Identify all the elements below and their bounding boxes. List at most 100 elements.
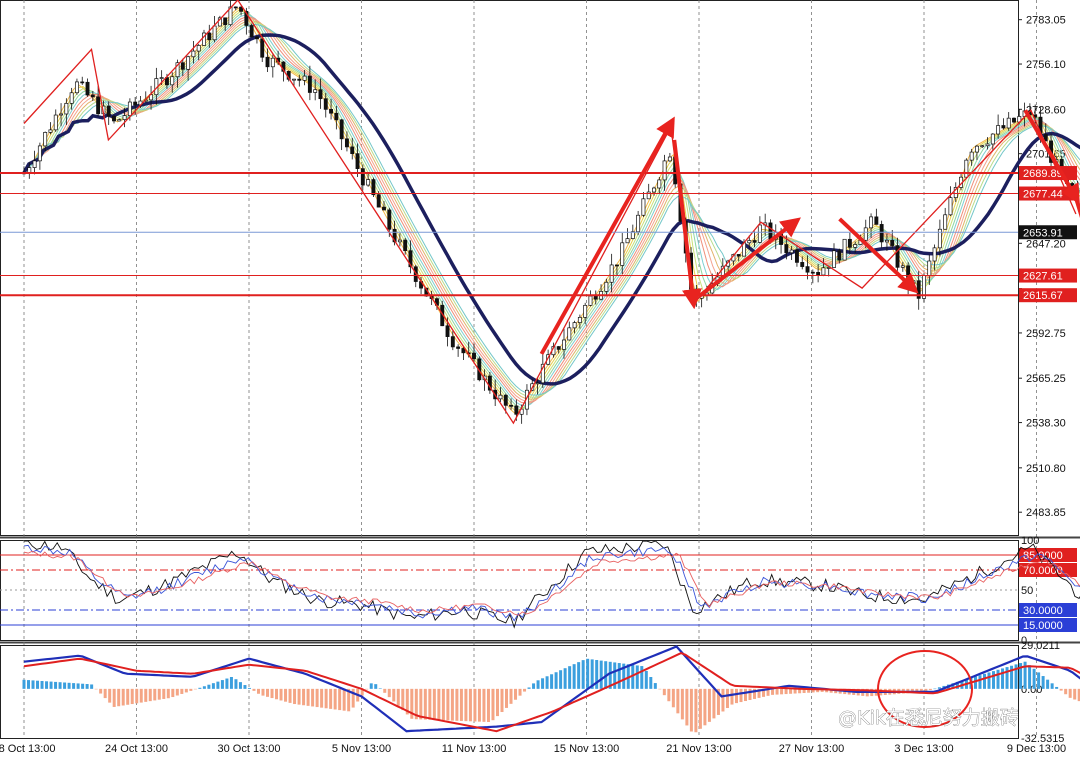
candle-body	[794, 249, 799, 263]
macd-hist-bar	[586, 658, 590, 689]
candle-body	[990, 133, 995, 145]
macd-hist-bar	[130, 688, 134, 705]
candle-body	[604, 281, 609, 292]
macd-hist-bar	[202, 686, 206, 689]
candle-body	[614, 264, 619, 267]
price-y-tick-label: 2756.10	[1026, 59, 1066, 71]
macd-hist-bar	[121, 688, 125, 706]
macd-hist-bar	[992, 671, 996, 689]
date-tick-label: 30 Oct 13:00	[218, 743, 281, 755]
macd-hist-bar	[1046, 679, 1050, 689]
macd-hist-bar	[536, 680, 540, 689]
macd-hist-bar	[482, 688, 486, 722]
macd-hist-bar	[225, 678, 229, 689]
macd-hist-bar	[401, 688, 405, 711]
candle-body	[810, 271, 815, 274]
candle-body	[334, 112, 339, 121]
macd-hist-bar	[423, 688, 427, 720]
macd-hist-bar	[581, 660, 585, 689]
macd-hist-bar	[378, 688, 382, 689]
macd-hist-bar	[1064, 688, 1068, 695]
macd-hist-bar	[315, 688, 319, 708]
candle-body	[376, 194, 381, 208]
date-tick-label: 5 Nov 13:00	[332, 743, 391, 755]
candle-body	[752, 240, 757, 243]
macd-hist-bar	[396, 688, 400, 706]
candle-body	[117, 119, 122, 122]
candle-body	[318, 89, 323, 100]
price-y-tick-label: 2565.25	[1026, 373, 1066, 385]
stoch-level-tag-label: 15.0000	[1023, 620, 1063, 632]
candle-body	[768, 222, 773, 240]
candle-body	[911, 280, 916, 284]
date-tick-label: 27 Nov 13:00	[779, 743, 844, 755]
price-y-tick-label: 2647.20	[1026, 238, 1066, 250]
candle-body	[567, 327, 572, 341]
macd-hist-bar	[973, 676, 977, 689]
chart-svg: 18 Oct 13:00 24 Oct 13:00 30 Oct 13:00 5 No…	[0, 0, 1080, 755]
candle-body	[884, 239, 889, 243]
candle-body	[800, 262, 805, 267]
candle-body	[652, 187, 656, 193]
candle-body	[572, 322, 577, 329]
macd-hist-bar	[676, 688, 680, 714]
candle-body	[980, 145, 985, 148]
candle-body	[344, 138, 349, 148]
candle-body	[397, 239, 402, 243]
candle-body	[456, 346, 461, 349]
candle-body	[593, 295, 598, 300]
candle-body	[387, 209, 392, 230]
candle-body	[1012, 117, 1016, 123]
level-tag-label: 2689.89	[1023, 168, 1063, 180]
candle-body	[233, 6, 238, 9]
macd-hist-bar	[288, 688, 292, 703]
macd-hist-bar	[987, 672, 991, 689]
macd-hist-bar	[198, 687, 202, 689]
macd-hist-bar	[189, 688, 193, 691]
macd-hist-bar	[90, 684, 94, 689]
macd-hist-bar	[784, 688, 788, 695]
macd-hist-bar	[175, 688, 179, 696]
candle-body	[832, 250, 836, 268]
candle-body	[736, 254, 741, 257]
candle-body	[472, 352, 476, 360]
macd-hist-bar	[238, 682, 242, 689]
macd-hist-bar	[689, 688, 693, 732]
candle-body	[133, 101, 138, 106]
stoch-level-tag-label: 30.0000	[1023, 605, 1063, 617]
candle-body	[900, 265, 905, 268]
candle-body	[1006, 117, 1011, 129]
candle-body	[932, 247, 937, 262]
macd-hist-bar	[1041, 676, 1045, 689]
macd-hist-bar	[541, 678, 545, 689]
date-tick-label: 24 Oct 13:00	[105, 743, 168, 755]
candle-body	[789, 249, 794, 254]
candle-body	[223, 17, 228, 26]
candle-body	[64, 102, 69, 115]
macd-hist-bar	[523, 688, 527, 692]
macd-hist-bar	[734, 688, 738, 704]
macd-hist-bar	[653, 683, 657, 689]
candle-body	[853, 244, 858, 248]
price-y-tick-label: 2783.05	[1026, 15, 1066, 27]
macd-hist-bar	[491, 688, 495, 721]
macd-hist-bar	[135, 688, 139, 704]
macd-hist-bar	[166, 688, 170, 699]
macd-hist-bar	[49, 681, 53, 689]
candle-body	[927, 260, 932, 276]
macd-hist-bar	[671, 688, 675, 708]
macd-hist-bar	[207, 684, 211, 689]
macd-hist-bar	[649, 677, 653, 689]
candle-body	[969, 151, 974, 161]
macd-hist-bar	[432, 688, 436, 720]
candle-body	[355, 153, 360, 169]
macd-hist-bar	[514, 688, 518, 700]
macd-hist-bar	[739, 688, 743, 703]
macd-hist-bar	[789, 688, 793, 694]
macd-hist-bar	[284, 688, 288, 702]
macd-hist-bar	[1050, 683, 1054, 689]
candle-body	[667, 156, 672, 162]
level-tag-label: 2615.67	[1023, 290, 1063, 302]
macd-hist-bar	[184, 688, 188, 693]
macd-hist-bar	[667, 688, 671, 702]
